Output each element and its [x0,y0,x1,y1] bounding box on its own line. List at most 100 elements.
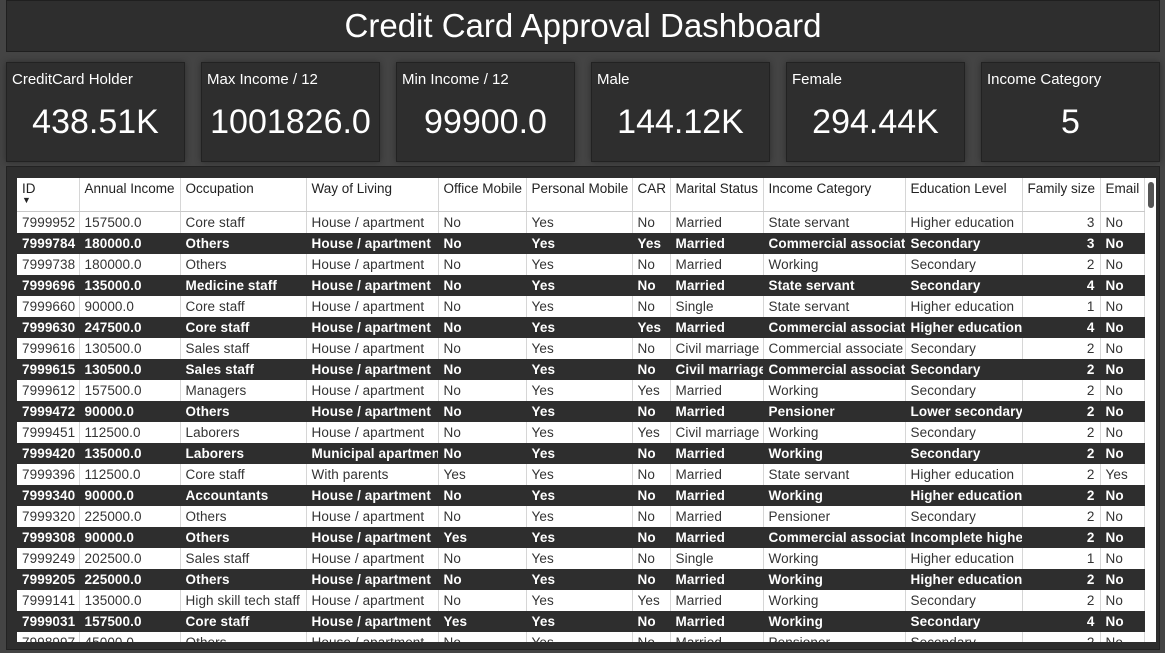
table-row[interactable]: 7999320 225000.0 Others House / apartment No… [17,506,1145,527]
table-row[interactable]: 7999738 180000.0 Others House / apartment No… [17,254,1145,275]
scrollbar-thumb[interactable] [1148,182,1154,208]
table-cell: No [438,359,527,380]
table-row[interactable]: 7999249 202500.0 Sales staff House / apartm… [17,548,1145,569]
table-cell: Yes [526,359,633,380]
table-cell: 2 [1022,527,1101,548]
kpi-card-max-income[interactable]: Max Income / 12 1001826.0 [201,62,380,162]
table-cell: No [1100,296,1145,317]
column-header[interactable]: Way of Living [306,178,439,212]
column-header[interactable]: Email [1100,178,1145,212]
table-cell: No [438,485,527,506]
table-cell: No [1100,359,1145,380]
table-cell: 90000.0 [79,401,181,422]
table-cell: Married [670,254,764,275]
table-row[interactable]: 7999205 225000.0 Others House / apartment No… [17,569,1145,590]
kpi-value: 144.12K [617,103,744,141]
column-header[interactable]: CAR [632,178,671,212]
kpi-card-min-income[interactable]: Min Income / 12 99900.0 [396,62,575,162]
table-row[interactable]: 7999696 135000.0 Medicine staff House / apa… [17,275,1145,296]
kpi-card-creditcard-holder[interactable]: CreditCard Holder 438.51K [6,62,185,162]
kpi-card-male[interactable]: Male 144.12K [591,62,770,162]
table-cell: No [1100,275,1145,296]
table-row[interactable]: 7999784 180000.0 Others House / apartment No… [17,233,1145,254]
table-cell: No [438,338,527,359]
kpi-label: CreditCard Holder [12,71,133,88]
table-cell: Civil marriage [670,359,764,380]
table-cell: No [632,548,671,569]
table-cell: 7999396 [17,464,80,485]
table-row[interactable]: 7999396 112500.0 Core staff With parents Yes… [17,464,1145,485]
table-row[interactable]: 7999952 157500.0 Core staff House / apartme… [17,211,1145,233]
table-cell: 90000.0 [79,296,181,317]
table-cell: Married [670,464,764,485]
table-row[interactable]: 7999615 130500.0 Sales staff House / apartm… [17,359,1145,380]
table-row[interactable]: 7999630 247500.0 Core staff House / apartme… [17,317,1145,338]
table-cell: Higher education [905,464,1023,485]
kpi-card-income-category[interactable]: Income Category 5 [981,62,1160,162]
table-cell: No [632,632,671,642]
table-row[interactable]: 7999472 90000.0 Others House / apartment No Y… [17,401,1145,422]
column-header[interactable]: Family size [1022,178,1101,212]
table-cell: 157500.0 [79,211,181,233]
table-cell: Others [180,506,307,527]
table-cell: No [1100,233,1145,254]
table-cell: 1 [1022,296,1101,317]
column-header[interactable]: Annual Income [79,178,181,212]
kpi-card-female[interactable]: Female 294.44K [786,62,965,162]
sort-descending-icon[interactable]: ▼ [22,195,31,205]
table-cell: No [632,527,671,548]
table-cell: Medicine staff [180,275,307,296]
column-header[interactable]: Occupation [180,178,307,212]
column-header[interactable]: Income Category [763,178,906,212]
table-row[interactable]: 7999616 130500.0 Sales staff House / apartm… [17,338,1145,359]
table-cell: No [438,401,527,422]
dashboard-title-bar: Credit Card Approval Dashboard [6,0,1160,52]
table-row[interactable]: 7999660 90000.0 Core staff House / apartmen… [17,296,1145,317]
table-cell: 2 [1022,569,1101,590]
table-cell: Core staff [180,296,307,317]
table-row[interactable]: 7999420 135000.0 Laborers Municipal apartme… [17,443,1145,464]
column-header[interactable]: ID ▼ [17,178,80,212]
table-cell: 2 [1022,590,1101,611]
table-cell: Working [763,380,906,401]
column-header[interactable]: Office Mobile [438,178,527,212]
table-cell: 7999784 [17,233,80,254]
table-row[interactable]: 799899745000.0OthersHouse / apartmentNoY… [17,632,1145,642]
table-cell: House / apartment [306,254,439,275]
table-row[interactable]: 7999340 90000.0 Accountants House / apartme… [17,485,1145,506]
table-cell: With parents [306,464,439,485]
table-cell: No [438,275,527,296]
table-cell: 2 [1022,380,1101,401]
table-cell: Working [763,443,906,464]
table-row[interactable]: 7999451 112500.0 Laborers House / apartment… [17,422,1145,443]
table-row[interactable]: 7999031 157500.0 Core staff House / apartme… [17,611,1145,632]
table-cell: 135000.0 [79,443,181,464]
table-cell: 7999031 [17,611,80,632]
table-cell: Married [670,275,764,296]
table-cell: Secondary [905,254,1023,275]
column-header[interactable]: Marital Status [670,178,764,212]
table-cell: No [438,590,527,611]
kpi-value: 438.51K [32,103,159,141]
table-cell: Secondary [905,422,1023,443]
table-cell: House / apartment [306,296,439,317]
column-header[interactable]: Education Level [905,178,1023,212]
table-cell: 2 [1022,422,1101,443]
table-cell: 3 [1022,233,1101,254]
table-row[interactable]: 7999612 157500.0 Managers House / apartment… [17,380,1145,401]
table-row[interactable]: 7999141 135000.0 High skill tech staff Hous… [17,590,1145,611]
table-cell: Yes [526,527,633,548]
table-cell: 2 [1022,443,1101,464]
table-cell: No [1100,338,1145,359]
table-cell: State servant [763,275,906,296]
table-cell: No [1100,485,1145,506]
column-header[interactable]: Personal Mobile [526,178,633,212]
vertical-scrollbar[interactable] [1146,178,1156,642]
table-cell: No [632,569,671,590]
table-cell: 157500.0 [79,611,181,632]
table-cell: Laborers [180,422,307,443]
table-cell: 7999738 [17,254,80,275]
table-cell: No [632,506,671,527]
data-table-container[interactable]: ID ▼ Annual Income Occupation Way of Living O… [17,178,1146,642]
table-row[interactable]: 7999308 90000.0 Others House / apartment Yes… [17,527,1145,548]
